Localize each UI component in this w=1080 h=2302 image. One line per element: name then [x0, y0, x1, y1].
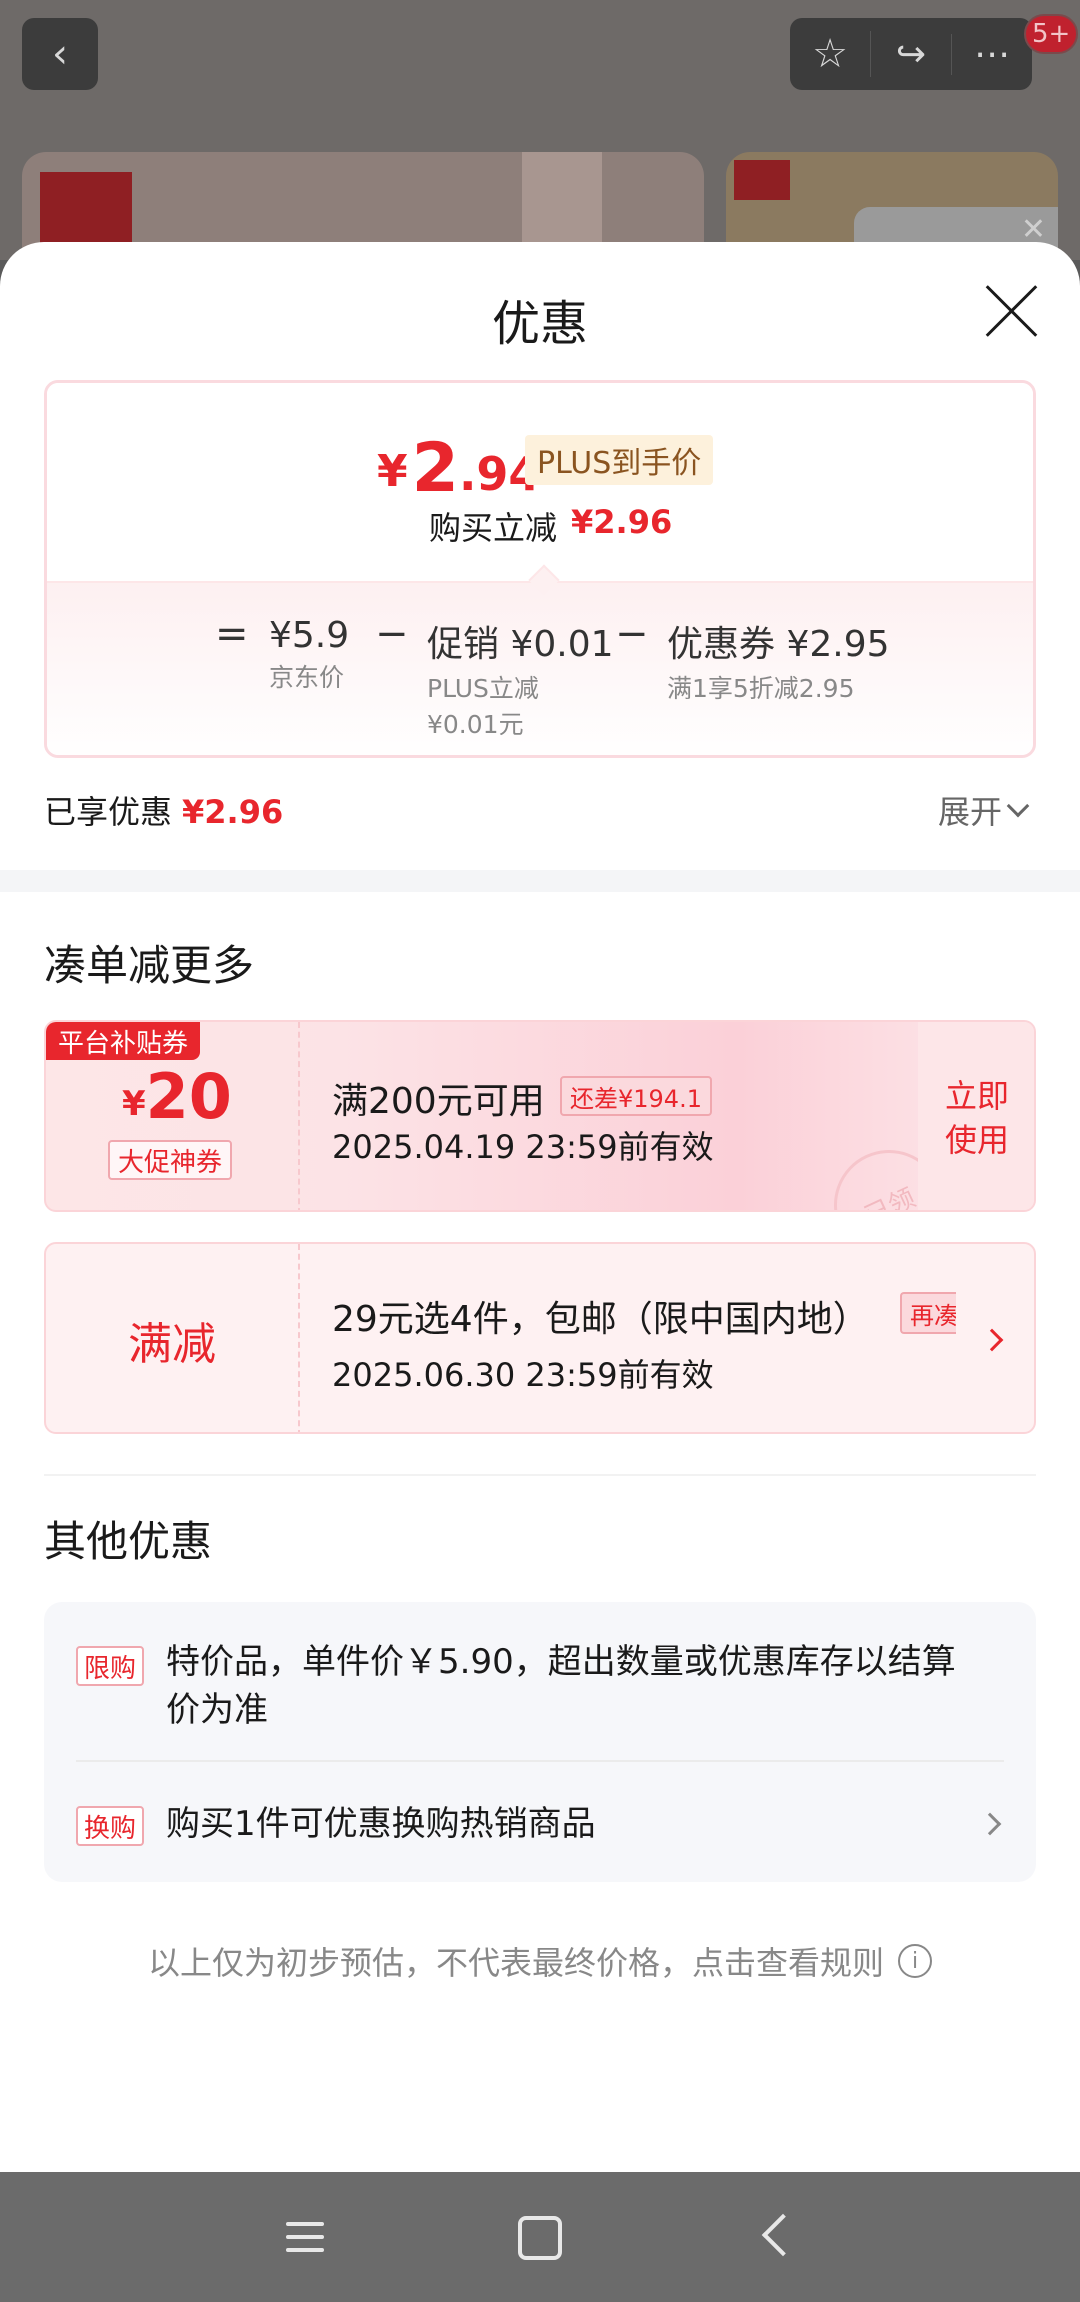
- promo-block: 促销 ¥0.01 PLUS立减 ¥0.01元: [427, 624, 614, 739]
- promo-condition: 29元选4件，包邮（限中国内地）: [332, 1299, 869, 1340]
- exchange-text: 购买1件可优惠换购热销商品: [166, 1804, 596, 1844]
- rules-footnote[interactable]: 以上仅为初步预估，不代表最终价格，点击查看规则 i: [0, 1938, 1080, 1984]
- close-button[interactable]: [982, 282, 1040, 340]
- expand-button[interactable]: 展开: [938, 787, 1030, 833]
- jd-price-block: ¥5.9 京东价: [269, 615, 350, 692]
- chevron-down-icon: [1006, 794, 1030, 818]
- use-now-button[interactable]: 立即 使用: [918, 1022, 1034, 1210]
- chevron-right-icon: [978, 1812, 1002, 1836]
- minus-sign: −: [375, 611, 409, 657]
- full-reduction-label: 满减: [46, 1244, 300, 1432]
- coupon-block: 优惠券 ¥2.95 满1享5折减2.95: [667, 624, 890, 703]
- more-icon[interactable]: ⋯: [952, 34, 1032, 75]
- coupon-validity: 2025.04.19 23:59前有效: [332, 1128, 714, 1166]
- limit-tag: 限购: [76, 1646, 145, 1686]
- background-top-bar: ‹ ☆ ↪ ⋯ 5+: [0, 0, 1080, 110]
- sheet-title: 优惠: [491, 296, 588, 352]
- final-price: ¥ 2 .94: [377, 429, 541, 508]
- promo-validity: 2025.06.30 23:59前有效: [332, 1356, 714, 1394]
- menu-icon[interactable]: [282, 2212, 332, 2262]
- top-actions-group: ☆ ↪ ⋯: [790, 18, 1032, 90]
- share-icon[interactable]: ↪: [871, 33, 952, 75]
- message-badge: 5+: [1024, 14, 1079, 54]
- back-button[interactable]: ‹: [22, 18, 98, 90]
- section-title-other: 其他优惠: [44, 1517, 213, 1566]
- add-more-tag: 再凑: [900, 1292, 956, 1334]
- back-icon[interactable]: [754, 2212, 804, 2262]
- other-offers-list: 限购 特价品，单件价￥5.90，超出数量或优惠库存以结算 价为准 换购 购买1件…: [44, 1602, 1036, 1882]
- star-icon[interactable]: ☆: [790, 31, 871, 77]
- coupon-type-tag: 平台补贴券: [46, 1022, 201, 1060]
- info-icon: i: [898, 1944, 932, 1978]
- coupon-remaining-tag: 还差¥194.1: [560, 1076, 712, 1116]
- full-reduction-card[interactable]: 满减 29元选4件，包邮（限中国内地） 再凑 2025.06.30 23:59前…: [44, 1242, 1036, 1434]
- section-divider: [0, 870, 1080, 892]
- minus-sign: −: [615, 611, 649, 657]
- brand-logo: [734, 160, 790, 200]
- platform-coupon-card[interactable]: 平台补贴券 ¥ 20 大促神券 满200元可用 还差¥194.1 2025.04…: [44, 1020, 1036, 1212]
- discount-sheet: 优惠 ¥ 2 .94 PLUS到手价 购买立减 ¥2.96 = ¥5.9 京东价…: [0, 242, 1080, 2172]
- chevron-left-icon: ‹: [52, 31, 68, 77]
- section-title-more: 凑单减更多: [44, 941, 255, 990]
- buy-reduce-line: 购买立减 ¥2.96: [429, 503, 673, 547]
- plus-price-tag: PLUS到手价: [525, 435, 714, 485]
- coupon-label: 大促神券: [108, 1140, 233, 1180]
- system-nav-bar: [0, 2172, 1080, 2302]
- chevron-right-icon: [980, 1328, 1004, 1352]
- home-icon[interactable]: [516, 2212, 566, 2262]
- price-summary-card: ¥ 2 .94 PLUS到手价 购买立减 ¥2.96 = ¥5.9 京东价 − …: [44, 380, 1036, 758]
- coupon-condition: 满200元可用: [332, 1081, 545, 1122]
- equals-sign: =: [215, 611, 249, 657]
- coupon-amount: ¥ 20: [122, 1060, 232, 1133]
- enjoyed-discount: 已享优惠 ¥2.96: [44, 793, 284, 831]
- exchange-tag: 换购: [76, 1806, 145, 1846]
- limit-text: 特价品，单件价￥5.90，超出数量或优惠库存以结算 价为准: [166, 1642, 956, 1730]
